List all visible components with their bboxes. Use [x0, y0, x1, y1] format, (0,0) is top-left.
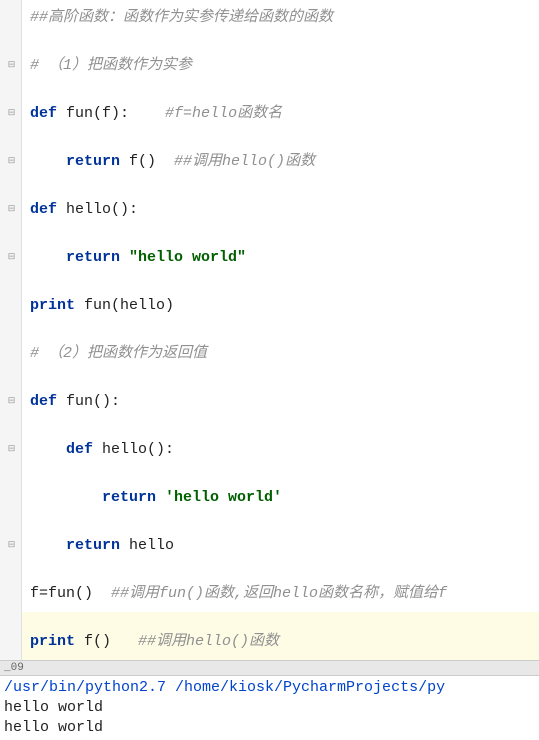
code-line[interactable] — [22, 420, 539, 432]
function-name: hello — [102, 441, 147, 458]
params: (f): — [93, 105, 129, 122]
code-line[interactable]: ⊟ def hello(): — [22, 432, 539, 468]
code-line[interactable] — [22, 612, 539, 624]
code-line[interactable] — [22, 228, 539, 240]
keyword-print: print — [30, 297, 84, 314]
fold-marker-icon[interactable]: ⊟ — [6, 540, 17, 551]
assignment: f=fun() — [30, 585, 93, 602]
code-line[interactable] — [22, 516, 539, 528]
code-line[interactable] — [22, 372, 539, 384]
code-line[interactable]: f=fun() ##调用fun()函数,返回hello函数名称，赋值给f — [22, 576, 539, 612]
code-line[interactable] — [22, 324, 539, 336]
fold-marker-icon[interactable]: ⊟ — [6, 444, 17, 455]
trailing-comment: ##调用hello()函数 — [156, 153, 315, 170]
keyword-return: return — [66, 537, 129, 554]
fold-marker-icon[interactable]: ⊟ — [6, 204, 17, 215]
console-output-line: hello world — [4, 698, 535, 718]
code-line[interactable]: print f() ##调用hello()函数 — [22, 624, 539, 660]
fold-marker-icon[interactable]: ⊟ — [6, 396, 17, 407]
fold-marker-icon[interactable]: ⊟ — [6, 252, 17, 263]
code-line[interactable]: ⊟def fun(): — [22, 384, 539, 420]
code-line[interactable] — [22, 180, 539, 192]
console-panel[interactable]: /usr/bin/python2.7 /home/kiosk/PycharmPr… — [0, 675, 539, 740]
keyword-return: return — [66, 249, 129, 266]
params: (): — [93, 393, 120, 410]
keyword-def: def — [30, 105, 66, 122]
console-command: /usr/bin/python2.7 /home/kiosk/PycharmPr… — [4, 678, 535, 698]
expr: f() — [129, 153, 156, 170]
expr: fun(hello) — [84, 297, 174, 314]
function-name: hello — [66, 201, 111, 218]
function-name: fun — [66, 393, 93, 410]
trailing-comment: ##调用hello()函数 — [111, 633, 279, 650]
keyword-return: return — [102, 489, 165, 506]
code-line[interactable]: return 'hello world' — [22, 480, 539, 516]
code-line[interactable]: ##高阶函数：函数作为实参传递给函数的函数 — [22, 0, 539, 36]
comment-text: # （2）把函数作为返回值 — [30, 345, 207, 362]
code-line[interactable]: ⊟ return hello — [22, 528, 539, 564]
comment-text: # （1）把函数作为实参 — [30, 57, 192, 74]
code-line[interactable]: ⊟def hello(): — [22, 192, 539, 228]
trailing-comment: ##调用fun()函数,返回hello函数名称，赋值给f — [93, 585, 447, 602]
string-literal: "hello world" — [129, 249, 246, 266]
code-line[interactable] — [22, 36, 539, 48]
keyword-def: def — [66, 441, 102, 458]
code-line[interactable] — [22, 132, 539, 144]
keyword-print: print — [30, 633, 84, 650]
code-line[interactable]: print fun(hello) — [22, 288, 539, 324]
code-line[interactable] — [22, 564, 539, 576]
editor-gutter — [0, 0, 22, 660]
code-line[interactable]: ⊟def fun(f): #f=hello函数名 — [22, 96, 539, 132]
code-line[interactable] — [22, 276, 539, 288]
console-output-line: hello world — [4, 718, 535, 738]
trailing-comment: #f=hello函数名 — [129, 105, 282, 122]
fold-marker-icon[interactable]: ⊟ — [6, 156, 17, 167]
fold-marker-icon[interactable]: ⊟ — [6, 60, 17, 71]
keyword-def: def — [30, 393, 66, 410]
expr: hello — [129, 537, 174, 554]
keyword-return: return — [66, 153, 129, 170]
code-editor[interactable]: ##高阶函数：函数作为实参传递给函数的函数⊟# （1）把函数作为实参⊟def f… — [0, 0, 539, 660]
run-tab-label[interactable]: _09 — [0, 660, 539, 675]
function-name: fun — [66, 105, 93, 122]
params: (): — [111, 201, 138, 218]
expr: f() — [84, 633, 111, 650]
code-line[interactable]: # （2）把函数作为返回值 — [22, 336, 539, 372]
string-literal: 'hello world' — [165, 489, 282, 506]
code-line[interactable]: ⊟ return "hello world" — [22, 240, 539, 276]
code-line[interactable] — [22, 468, 539, 480]
keyword-def: def — [30, 201, 66, 218]
params: (): — [147, 441, 174, 458]
code-line[interactable]: ⊟ return f() ##调用hello()函数 — [22, 144, 539, 180]
comment-text: ##高阶函数：函数作为实参传递给函数的函数 — [30, 9, 333, 26]
fold-marker-icon[interactable]: ⊟ — [6, 108, 17, 119]
code-line[interactable] — [22, 84, 539, 96]
code-line[interactable]: ⊟# （1）把函数作为实参 — [22, 48, 539, 84]
